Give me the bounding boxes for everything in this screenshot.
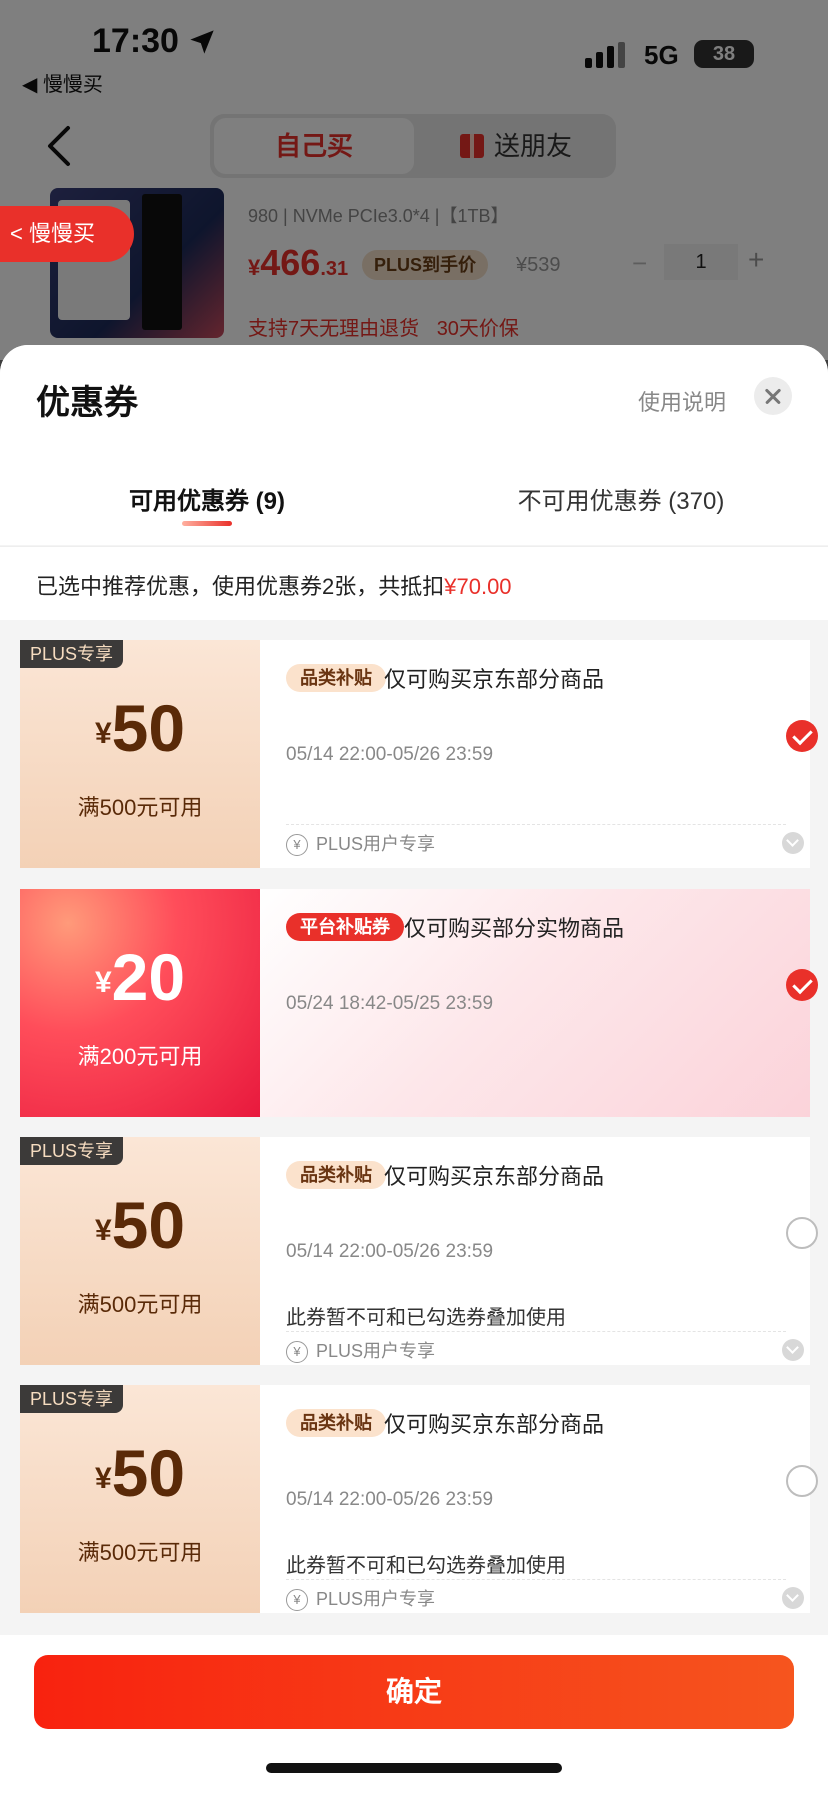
home-indicator[interactable] (266, 1763, 562, 1773)
yen-circle-icon: ¥ (286, 1341, 308, 1363)
sheet-footer: 确定 (0, 1635, 828, 1795)
coupon-threshold: 满500元可用 (77, 1292, 203, 1317)
confirm-button[interactable]: 确定 (34, 1655, 794, 1729)
discount-summary: 已选中推荐优惠，使用优惠券2张，共抵扣¥70.00 (0, 546, 828, 620)
close-icon[interactable] (754, 377, 792, 415)
summary-amount: ¥70.00 (444, 574, 512, 599)
coupon-sheet: 优惠券 使用说明 可用优惠券 (9) 不可用优惠券 (370) 已选中推荐优惠，… (0, 345, 828, 1795)
plus-exclusive-tag: PLUS专享 (20, 1385, 124, 1413)
coupon-scope: 仅可购买部分实物商品 (404, 916, 625, 941)
tab-active-indicator (182, 521, 232, 526)
coupon-scope: 仅可购买京东部分商品 (384, 1164, 605, 1189)
coupon-divider (286, 1331, 786, 1332)
coupon-divider (286, 824, 786, 825)
plus-exclusive-tag: PLUS专享 (20, 640, 124, 668)
usage-help-link[interactable]: 使用说明 (638, 385, 726, 417)
coupon-currency: ¥ (94, 966, 112, 999)
coupon-plus-only: ¥ PLUS用户专享 (286, 830, 435, 856)
coupon-amount: ¥50 (20, 690, 260, 766)
coupon-value-panel: PLUS专享 ¥50 满500元可用 (14, 1137, 260, 1365)
coupon-divider (286, 1579, 786, 1580)
expand-chevron-icon[interactable] (782, 832, 804, 854)
coupon-plus-only: ¥ PLUS用户专享 (286, 1337, 435, 1363)
coupon-scope: 仅可购买京东部分商品 (384, 1412, 605, 1437)
coupon-detail-panel: 品类补贴 仅可购买京东部分商品 05/14 22:00-05/26 23:59 … (260, 1385, 818, 1613)
coupon-category-badge: 品类补贴 (286, 664, 386, 692)
summary-prefix: 已选中推荐优惠，使用优惠券2张，共抵扣 (36, 574, 445, 599)
plus-only-label: PLUS用户专享 (316, 1589, 436, 1609)
coupon-card[interactable]: ¥20 满200元可用 平台补贴券 仅可购买部分实物商品 05/24 18:42… (14, 889, 818, 1117)
coupon-card[interactable]: PLUS专享 ¥50 满500元可用 品类补贴 仅可购买京东部分商品 05/14… (14, 1385, 818, 1613)
coupon-value-panel: ¥20 满200元可用 (14, 889, 260, 1117)
coupon-detail-panel: 品类补贴 仅可购买京东部分商品 05/14 22:00-05/26 23:59 … (260, 640, 818, 868)
plus-only-label: PLUS用户专享 (316, 834, 436, 854)
coupon-stack-note: 此券暂不可和已勾选券叠加使用 (286, 1555, 566, 1577)
coupon-value-panel: PLUS专享 ¥50 满500元可用 (14, 1385, 260, 1613)
yen-circle-icon: ¥ (286, 834, 308, 856)
plus-only-label: PLUS用户专享 (316, 1341, 436, 1361)
expand-chevron-icon[interactable] (782, 1587, 804, 1609)
coupon-value: 50 (111, 691, 186, 765)
coupon-amount: ¥50 (20, 1187, 260, 1263)
checkmark-icon[interactable] (786, 969, 818, 1001)
float-back-button[interactable]: < 慢慢买 (0, 206, 134, 262)
expand-chevron-icon[interactable] (782, 1339, 804, 1361)
coupon-value: 20 (111, 940, 186, 1014)
coupon-threshold: 满500元可用 (77, 795, 203, 820)
plus-exclusive-tag: PLUS专享 (20, 1137, 124, 1165)
yen-circle-icon: ¥ (286, 1589, 308, 1611)
coupon-scope: 仅可购买京东部分商品 (384, 667, 605, 692)
coupon-currency: ¥ (94, 1462, 112, 1495)
coupon-validity: 05/14 22:00-05/26 23:59 (286, 1489, 494, 1510)
coupon-detail-panel: 品类补贴 仅可购买京东部分商品 05/14 22:00-05/26 23:59 … (260, 1137, 818, 1365)
coupon-value: 50 (111, 1436, 186, 1510)
coupon-stack-note: 此券暂不可和已勾选券叠加使用 (286, 1307, 566, 1329)
coupon-plus-only: ¥ PLUS用户专享 (286, 1585, 435, 1611)
coupon-amount: ¥20 (20, 939, 260, 1015)
coupon-value: 50 (111, 1188, 186, 1262)
coupon-detail-panel: 平台补贴券 仅可购买部分实物商品 05/24 18:42-05/25 23:59 (260, 889, 818, 1117)
coupon-validity: 05/14 22:00-05/26 23:59 (286, 1241, 494, 1262)
tab-unavailable-coupons[interactable]: 不可用优惠券 (370) (414, 481, 828, 516)
coupon-card[interactable]: PLUS专享 ¥50 满500元可用 品类补贴 仅可购买京东部分商品 05/14… (14, 640, 818, 868)
radio-empty-icon[interactable] (786, 1217, 818, 1249)
tab-available-coupons[interactable]: 可用优惠券 (9) (0, 481, 414, 516)
coupon-category-badge: 平台补贴券 (286, 913, 404, 941)
coupon-category-badge: 品类补贴 (286, 1161, 386, 1189)
checkmark-icon[interactable] (786, 720, 818, 752)
discount-summary-text: 已选中推荐优惠，使用优惠券2张，共抵扣¥70.00 (36, 569, 512, 601)
radio-empty-icon[interactable] (786, 1465, 818, 1497)
sheet-header: 优惠券 使用说明 可用优惠券 (9) 不可用优惠券 (370) (0, 345, 828, 545)
coupon-validity: 05/24 18:42-05/25 23:59 (286, 993, 494, 1014)
coupon-threshold: 满500元可用 (77, 1540, 203, 1565)
coupon-validity: 05/14 22:00-05/26 23:59 (286, 744, 494, 765)
coupon-amount: ¥50 (20, 1435, 260, 1511)
coupon-currency: ¥ (94, 717, 112, 750)
coupon-value-panel: PLUS专享 ¥50 满500元可用 (14, 640, 260, 868)
coupon-category-badge: 品类补贴 (286, 1409, 386, 1437)
coupon-card[interactable]: PLUS专享 ¥50 满500元可用 品类补贴 仅可购买京东部分商品 05/14… (14, 1137, 818, 1365)
coupon-threshold: 满200元可用 (77, 1044, 203, 1069)
coupon-currency: ¥ (94, 1214, 112, 1247)
sheet-title: 优惠券 (36, 384, 138, 422)
